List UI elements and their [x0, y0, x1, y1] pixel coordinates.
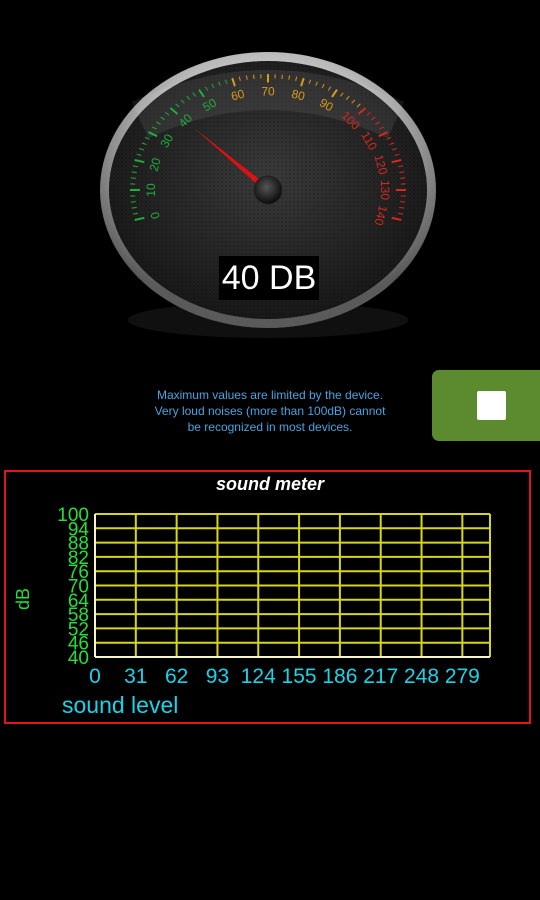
x-tick-label: 0	[89, 665, 101, 688]
y-axis-label: dB	[13, 587, 33, 611]
x-tick-label: 279	[445, 665, 480, 688]
x-tick-label: 93	[206, 665, 229, 688]
x-tick-label: 155	[282, 665, 317, 688]
x-tick-label: 248	[404, 665, 439, 688]
x-tick-label: 124	[241, 665, 276, 688]
x-tick-label: 62	[165, 665, 188, 688]
x-tick-label: 186	[322, 665, 357, 688]
x-tick-label: 31	[124, 665, 147, 688]
x-tick-label: 217	[363, 665, 398, 688]
chart-plot: 10094888276706458524640 0 31 62 93 124 155 186…	[57, 505, 491, 688]
chart-title: sound meter	[215, 474, 325, 494]
x-axis-label: sound level	[62, 692, 179, 718]
y-tick-label: 40	[68, 648, 89, 669]
